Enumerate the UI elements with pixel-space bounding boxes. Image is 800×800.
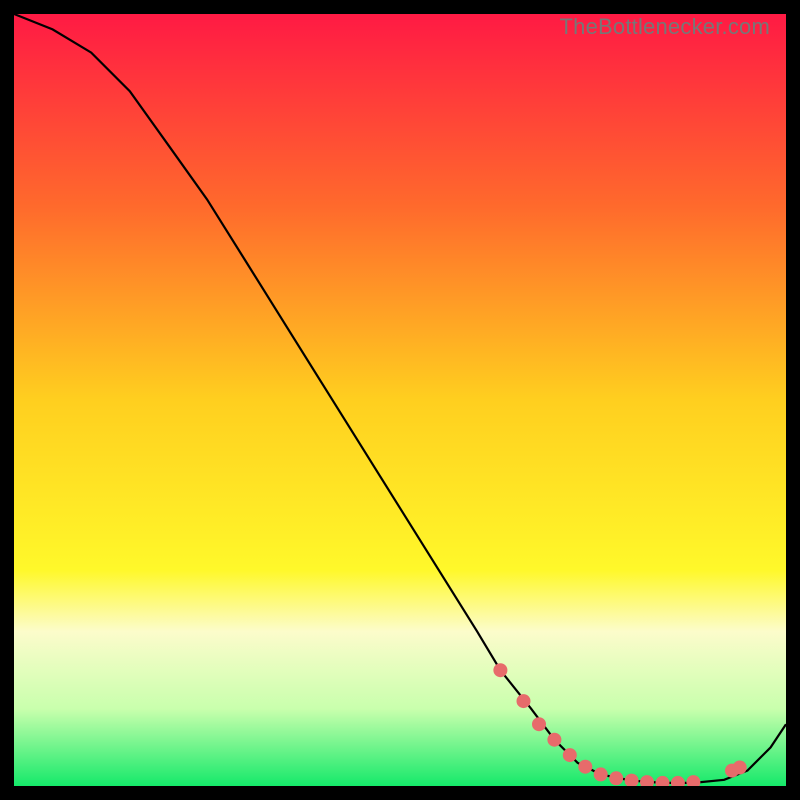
watermark-text: TheBottlenecker.com — [560, 14, 770, 40]
data-point-marker — [578, 760, 592, 774]
data-point-marker — [563, 748, 577, 762]
chart-canvas — [14, 14, 786, 786]
plot-area: TheBottlenecker.com — [14, 14, 786, 786]
data-point-marker — [594, 767, 608, 781]
chart-frame: TheBottlenecker.com — [0, 0, 800, 800]
data-point-marker — [733, 761, 747, 775]
data-point-marker — [532, 717, 546, 731]
data-point-marker — [547, 733, 561, 747]
data-point-marker — [493, 663, 507, 677]
data-point-marker — [517, 694, 531, 708]
data-point-marker — [609, 771, 623, 785]
gradient-background — [14, 14, 786, 786]
